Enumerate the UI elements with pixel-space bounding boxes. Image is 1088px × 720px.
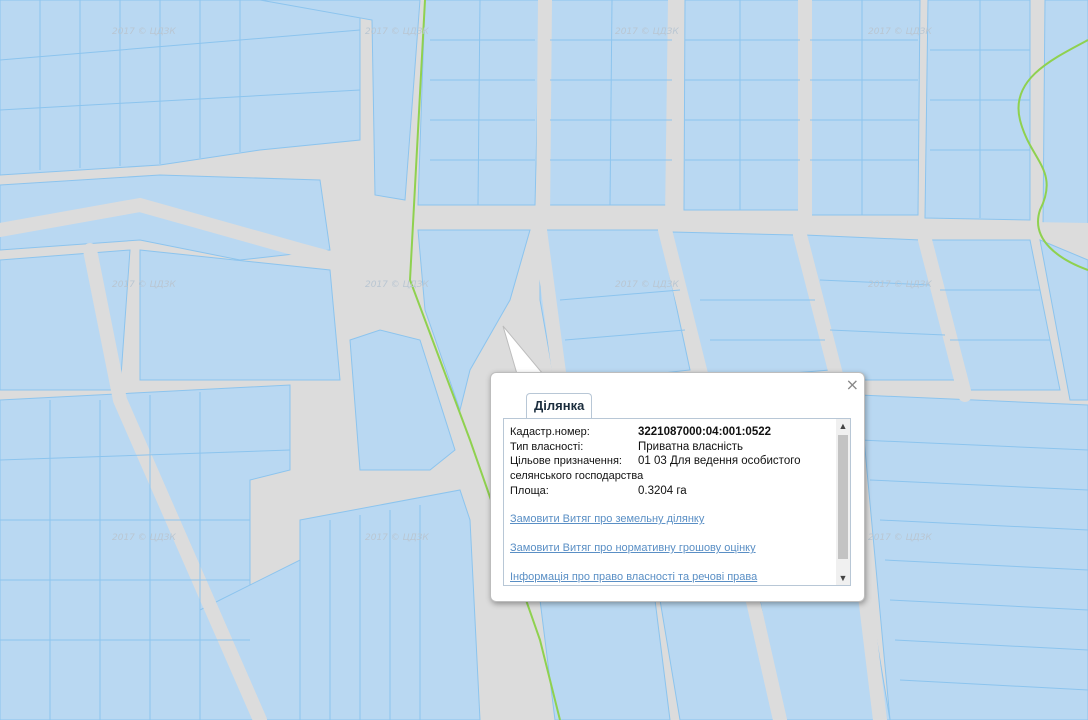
scroll-up-icon[interactable]: ▲	[836, 419, 850, 433]
scroll-thumb[interactable]	[838, 435, 848, 559]
svg-text:2017 © ЦДЗК: 2017 © ЦДЗК	[365, 27, 429, 37]
tab-parcel[interactable]: Ділянка	[526, 393, 593, 418]
svg-text:2017 © ЦДЗК: 2017 © ЦДЗК	[868, 533, 932, 543]
svg-text:2017 © ЦДЗК: 2017 © ЦДЗК	[365, 533, 429, 543]
scroll-down-icon[interactable]: ▼	[836, 571, 850, 585]
svg-text:2017 © ЦДЗК: 2017 © ЦДЗК	[868, 280, 932, 290]
svg-text:2017 © ЦДЗК: 2017 © ЦДЗК	[112, 280, 176, 290]
field-value: 0.3204 га	[638, 484, 687, 497]
field-value: Приватна власність	[638, 440, 744, 453]
field-label: Цільове призначення:	[510, 455, 622, 467]
svg-text:2017 © ЦДЗК: 2017 © ЦДЗК	[112, 533, 176, 543]
parcel-info-popup: × Ділянка Кадастр.номер: 3221087000:04:0…	[490, 372, 865, 602]
svg-text:2017 © ЦДЗК: 2017 © ЦДЗК	[112, 27, 176, 37]
field-area: Площа: 0.3204 га	[510, 484, 832, 499]
svg-text:2017 © ЦДЗК: 2017 © ЦДЗК	[365, 280, 429, 290]
action-links: Замовити Витяг про земельну ділянку Замо…	[510, 513, 832, 583]
field-value: 01 03 Для ведення особистого	[638, 455, 801, 467]
ownership-info-link[interactable]: Інформація про право власності та речові…	[510, 571, 832, 583]
svg-text:2017 © ЦДЗК: 2017 © ЦДЗК	[615, 27, 679, 37]
field-ownership-type: Тип власності: Приватна власність	[510, 440, 832, 455]
popup-pointer	[502, 325, 545, 375]
close-icon[interactable]: ×	[846, 377, 859, 393]
field-value: 3221087000:04:001:0522	[638, 426, 772, 438]
field-label: Кадастр.номер:	[510, 426, 590, 438]
svg-text:2017 © ЦДЗК: 2017 © ЦДЗК	[868, 27, 932, 37]
svg-text:2017 © ЦДЗК: 2017 © ЦДЗК	[615, 280, 679, 290]
field-label: Площа:	[510, 484, 549, 497]
order-land-extract-link[interactable]: Замовити Витяг про земельну ділянку	[510, 513, 832, 525]
popup-scrollbar[interactable]: ▲ ▼	[836, 419, 850, 585]
order-valuation-extract-link[interactable]: Замовити Витяг про нормативну грошову оц…	[510, 542, 832, 554]
field-purpose: Цільове призначення: 01 03 Для ведення о…	[510, 454, 832, 469]
parcel-fields: Кадастр.номер: 3221087000:04:001:0522 Ти…	[510, 425, 832, 585]
field-label: Тип власності:	[510, 440, 584, 453]
field-cadastral-number: Кадастр.номер: 3221087000:04:001:0522	[510, 425, 832, 440]
popup-content: Кадастр.номер: 3221087000:04:001:0522 Ти…	[503, 418, 851, 586]
field-purpose-continued: селянського господарства	[510, 469, 832, 484]
field-value: селянського господарства	[510, 469, 644, 482]
